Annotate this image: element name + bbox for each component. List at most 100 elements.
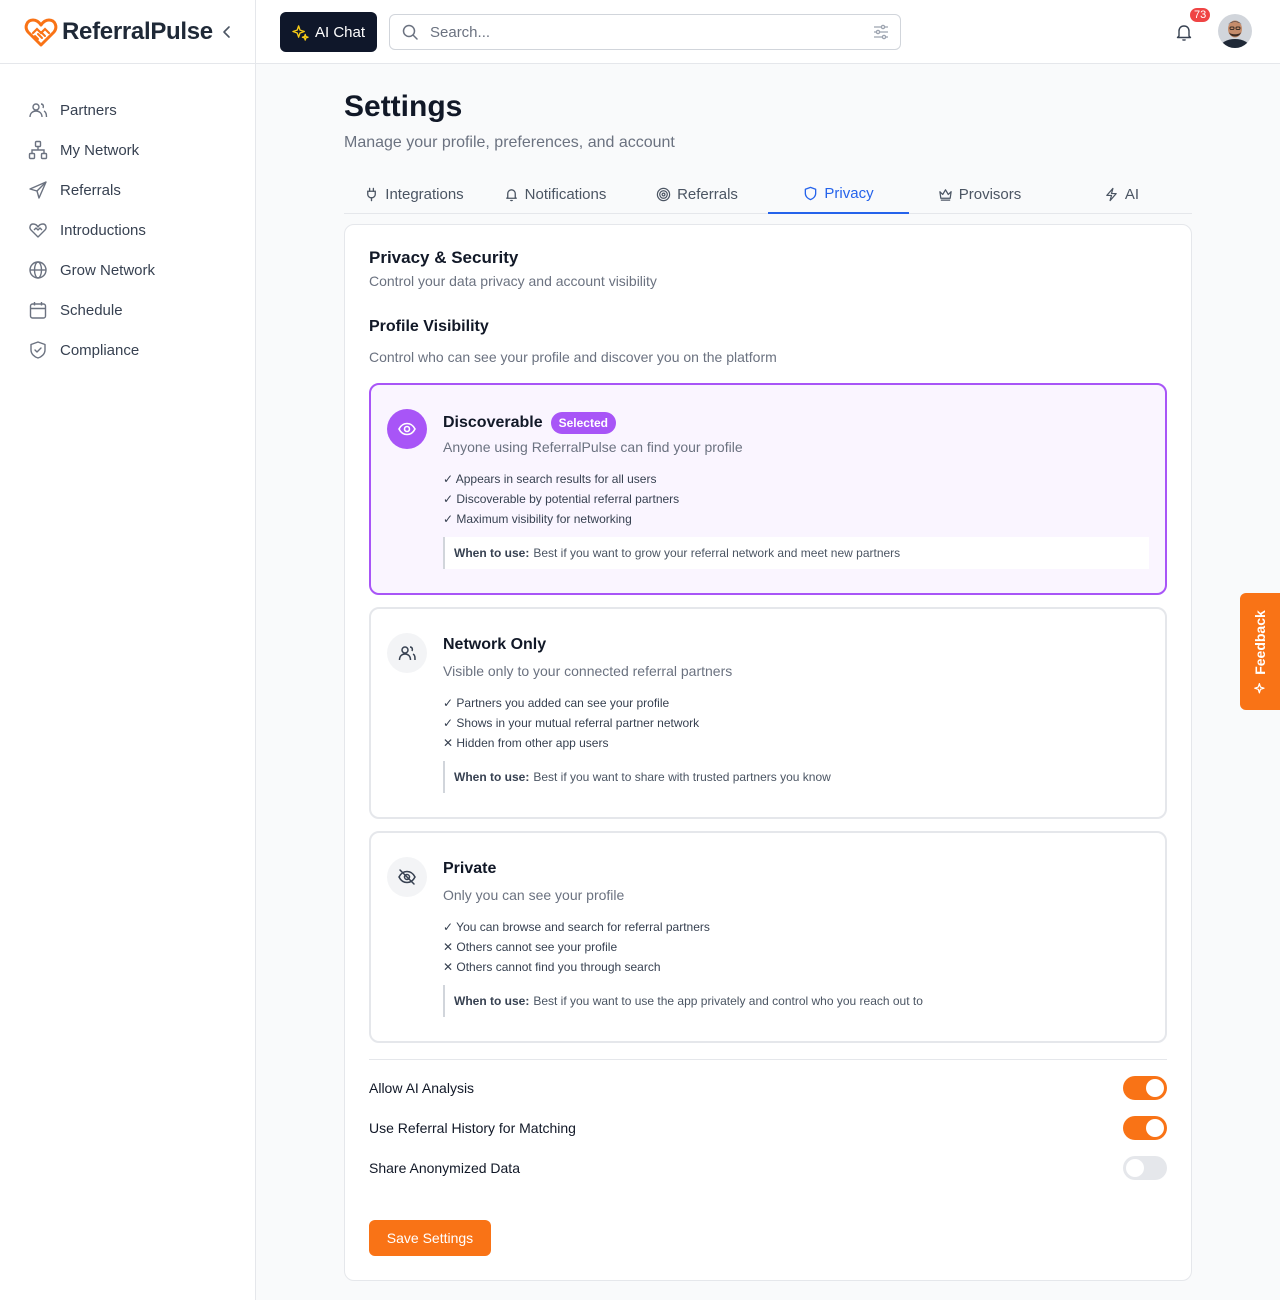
when-to-use-label: When to use: <box>454 994 530 1008</box>
option-icon-wrap <box>387 857 427 897</box>
option-when-to-use: When to use: Best if you want to share w… <box>443 761 1149 793</box>
tab-privacy[interactable]: Privacy <box>768 174 909 214</box>
sidebar-item-label: Compliance <box>60 341 140 359</box>
tab-ai[interactable]: AI <box>1051 174 1192 214</box>
card-title: Privacy & Security <box>369 248 519 267</box>
profile-visibility-subtitle: Control who can see your profile and dis… <box>369 349 777 365</box>
option-points: ✓ Appears in search results for all user… <box>443 469 679 529</box>
feedback-tab[interactable]: Feedback <box>1240 593 1280 710</box>
brand-name: ReferralPulse <box>62 17 213 45</box>
option-icon-wrap <box>387 409 427 449</box>
option-point: ✓ Appears in search results for all user… <box>443 472 657 486</box>
network-icon <box>28 140 48 160</box>
sidebar-item-partners[interactable]: Partners <box>0 90 255 130</box>
option-description: Visible only to your connected referral … <box>443 663 733 679</box>
option-title: Network Only <box>443 636 546 654</box>
calendar-icon <box>29 302 47 319</box>
divider <box>369 1059 1167 1060</box>
when-to-use-text: Best if you want to grow your referral n… <box>533 546 901 560</box>
tab-provisors[interactable]: Provisors <box>909 174 1050 214</box>
toggle-row-ai-analysis: Allow AI Analysis <box>369 1076 1167 1100</box>
logo-icon <box>24 18 58 46</box>
sidebar-item-label: Referrals <box>60 181 121 199</box>
plug-icon <box>367 187 377 201</box>
selected-badge: Selected <box>550 412 616 434</box>
sidebar-item-referrals[interactable]: Referrals <box>0 170 255 210</box>
sparkle-icon <box>1253 682 1265 693</box>
share-anonymized-data-toggle[interactable] <box>1123 1156 1167 1180</box>
crown-icon <box>939 188 952 201</box>
tab-label: Integrations <box>385 185 464 203</box>
visibility-option-network-only[interactable]: Network Only Visible only to your connec… <box>369 607 1167 819</box>
option-title: Discoverable Selected <box>443 412 616 434</box>
sidebar-item-label: Grow Network <box>60 261 156 279</box>
filter-sliders-icon[interactable] <box>872 23 890 41</box>
tab-label: Privacy <box>824 184 874 202</box>
option-title-text: Private <box>443 860 497 877</box>
notification-count-badge: 73 <box>1188 6 1213 24</box>
visibility-option-private[interactable]: Private Only you can see your profile ✓ … <box>369 831 1167 1043</box>
toggle-label: Use Referral History for Matching <box>369 1120 576 1136</box>
ai-chat-button[interactable]: AI Chat <box>280 12 377 52</box>
tab-label: AI <box>1124 185 1140 203</box>
tab-integrations[interactable]: Integrations <box>344 174 484 214</box>
avatar-image <box>1218 14 1252 48</box>
option-title-text: Discoverable <box>443 414 543 431</box>
tab-label: Provisors <box>958 185 1022 203</box>
sidebar-item-my-network[interactable]: My Network <box>0 130 255 170</box>
sidebar-item-schedule[interactable]: Schedule <box>0 290 255 330</box>
feedback-label: Feedback <box>1252 609 1268 675</box>
tab-notifications[interactable]: Notifications <box>485 174 625 214</box>
search-input[interactable] <box>430 23 872 41</box>
option-point: ✓ Discoverable by potential referral par… <box>443 492 680 506</box>
shield-check-icon <box>30 341 46 359</box>
sidebar-item-grow-network[interactable]: Grow Network <box>0 250 255 290</box>
save-settings-button[interactable]: Save Settings <box>369 1220 491 1256</box>
chevron-left-icon <box>223 26 230 38</box>
target-icon <box>656 187 671 201</box>
bolt-icon <box>1106 187 1117 201</box>
users-icon <box>29 103 48 118</box>
brand: ReferralPulse <box>0 0 255 64</box>
toggle-knob <box>1126 1159 1144 1177</box>
when-to-use-text: Best if you want to share with trusted p… <box>533 770 831 784</box>
when-to-use-text: Best if you want to use the app privatel… <box>533 994 923 1008</box>
toggle-row-anonymized-data: Share Anonymized Data <box>369 1156 1167 1180</box>
option-title-text: Network Only <box>443 636 547 653</box>
option-point: ✕ Others cannot see your profile <box>443 940 618 954</box>
privacy-settings-card: Privacy & Security Control your data pri… <box>344 224 1192 1281</box>
sidebar-item-label: Partners <box>60 101 117 119</box>
handshake-icon <box>29 223 47 238</box>
option-when-to-use: When to use: Best if you want to use the… <box>443 985 1149 1017</box>
option-point: ✓ You can browse and search for referral… <box>443 920 710 934</box>
collapse-sidebar-button[interactable] <box>217 22 237 42</box>
notifications-bell-icon[interactable] <box>1174 22 1194 42</box>
option-icon-wrap <box>387 633 427 673</box>
page-subtitle: Manage your profile, preferences, and ac… <box>344 134 675 151</box>
option-when-to-use: When to use: Best if you want to grow yo… <box>443 537 1149 569</box>
option-description: Anyone using ReferralPulse can find your… <box>443 439 743 455</box>
option-points: ✓ You can browse and search for referral… <box>443 917 710 977</box>
toggle-label: Share Anonymized Data <box>369 1160 520 1176</box>
referral-history-matching-toggle[interactable] <box>1123 1116 1167 1140</box>
option-point: ✓ Shows in your mutual referral partner … <box>443 716 700 730</box>
sidebar-nav: Partners My Network Referrals Introducti… <box>0 64 255 370</box>
users-icon <box>398 646 416 661</box>
globe-icon <box>29 261 47 279</box>
user-avatar[interactable] <box>1218 14 1252 48</box>
eye-off-icon <box>398 869 416 885</box>
bell-icon <box>505 188 517 201</box>
feedback-inner: Feedback <box>1252 610 1268 694</box>
shield-icon <box>805 186 817 200</box>
sidebar-item-introductions[interactable]: Introductions <box>0 210 255 250</box>
tab-referrals[interactable]: Referrals <box>627 174 767 214</box>
sidebar: ReferralPulse Partners My Network Referr… <box>0 0 256 1300</box>
profile-visibility-title: Profile Visibility <box>369 318 489 335</box>
allow-ai-analysis-toggle[interactable] <box>1123 1076 1167 1100</box>
sidebar-item-label: My Network <box>60 141 140 159</box>
top-header: AI Chat 73 <box>256 0 1280 64</box>
visibility-option-discoverable[interactable]: Discoverable Selected Anyone using Refer… <box>369 383 1167 595</box>
sidebar-item-compliance[interactable]: Compliance <box>0 330 255 370</box>
sparkles-icon <box>292 24 309 41</box>
option-title: Private <box>443 860 496 878</box>
